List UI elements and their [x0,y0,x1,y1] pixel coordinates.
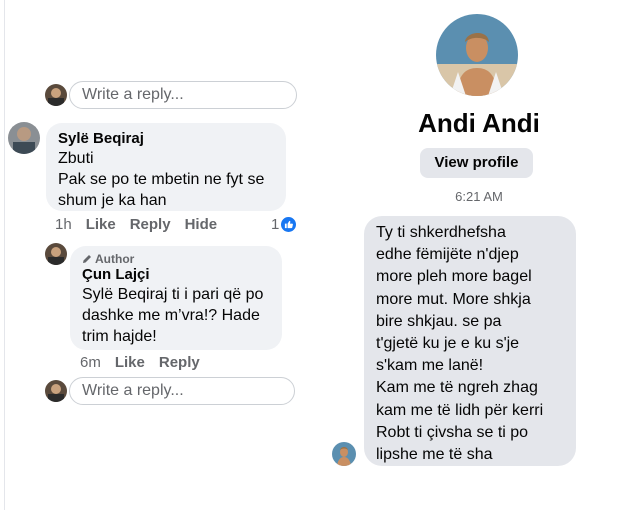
reply-button[interactable]: Reply [130,216,171,233]
message-line: kam me të lidh për kerri [376,401,544,419]
like-button[interactable]: Like [115,354,145,371]
comment-actions: 1h Like Reply Hide [55,216,217,233]
reply-text-line: dashke me m’vra!? Hade [82,307,260,324]
reply-input-placeholder: Write a reply... [82,86,184,103]
reaction-count-number: 1 [271,216,280,233]
message-line: s'kam me lanë! [376,357,484,375]
reply-author-name[interactable]: Çun Lajçi [82,266,270,284]
reply-input-bottom[interactable]: Write a reply... [69,377,295,405]
reaction-count[interactable]: 1 [271,216,297,233]
current-user-avatar [45,84,67,106]
hide-button[interactable]: Hide [185,216,218,233]
message-line: more pleh more bagel [376,268,532,286]
comment-thread-panel: Write a reply... Sylë Beqiraj Zbuti Pak … [0,0,318,510]
comment-text-line: shum je ka han [58,192,167,209]
sender-avatar[interactable] [332,442,356,466]
panel-edge [4,0,5,510]
comment-author-name[interactable]: Sylë Beqiraj [58,130,274,148]
view-profile-button[interactable]: View profile [420,148,533,178]
like-button[interactable]: Like [86,216,116,233]
reply-text-line: trim hajde! [82,328,157,345]
reply-actions: 6m Like Reply [80,354,200,371]
current-user-avatar [45,380,67,402]
message-line: edhe fëmijëte n'djep [376,246,519,264]
reply-text-line: Sylë Beqiraj ti i pari që po [82,286,264,303]
author-avatar[interactable] [45,243,67,265]
message-bubble[interactable]: Ty ti shkerdhefsha edhe fëmijëte n'djep … [364,216,576,466]
message-line: t'gjetë ku je e ku s'je [376,335,520,353]
comment-text-line: Pak se po te mbetin ne fyt se [58,171,265,188]
reply-input-top[interactable]: Write a reply... [69,81,297,109]
author-badge: Author [82,252,270,266]
message-line: Ty ti shkerdhefsha [376,224,506,241]
comment-bubble: Sylë Beqiraj Zbuti Pak se po te mbetin n… [46,123,286,211]
message-line: Kam me të ngreh zhag [376,379,538,397]
messenger-panel: Andi Andi View profile 6:21 AM Ty ti shk… [318,0,640,510]
comment-timestamp[interactable]: 1h [55,216,72,233]
comment-text-line: Zbuti [58,150,94,167]
profile-name: Andi Andi [418,108,540,138]
reply-timestamp[interactable]: 6m [80,354,101,371]
author-badge-label: Author [95,252,135,266]
pencil-icon [83,255,91,263]
reply-bubble: Author Çun Lajçi Sylë Beqiraj ti i pari … [70,246,282,350]
commenter-avatar[interactable] [8,122,40,154]
reply-input-placeholder: Write a reply... [82,382,184,399]
thumbs-up-icon [281,217,297,232]
message-line: bire shkjau. se pa [376,312,502,330]
reply-button[interactable]: Reply [159,354,200,371]
message-line: more mut. More shkja [376,290,531,308]
profile-avatar[interactable] [436,14,518,96]
message-line: lipshe me të sha [376,446,493,464]
message-line: Robt ti çivsha se ti po [376,423,529,441]
message-timestamp: 6:21 AM [455,189,503,204]
